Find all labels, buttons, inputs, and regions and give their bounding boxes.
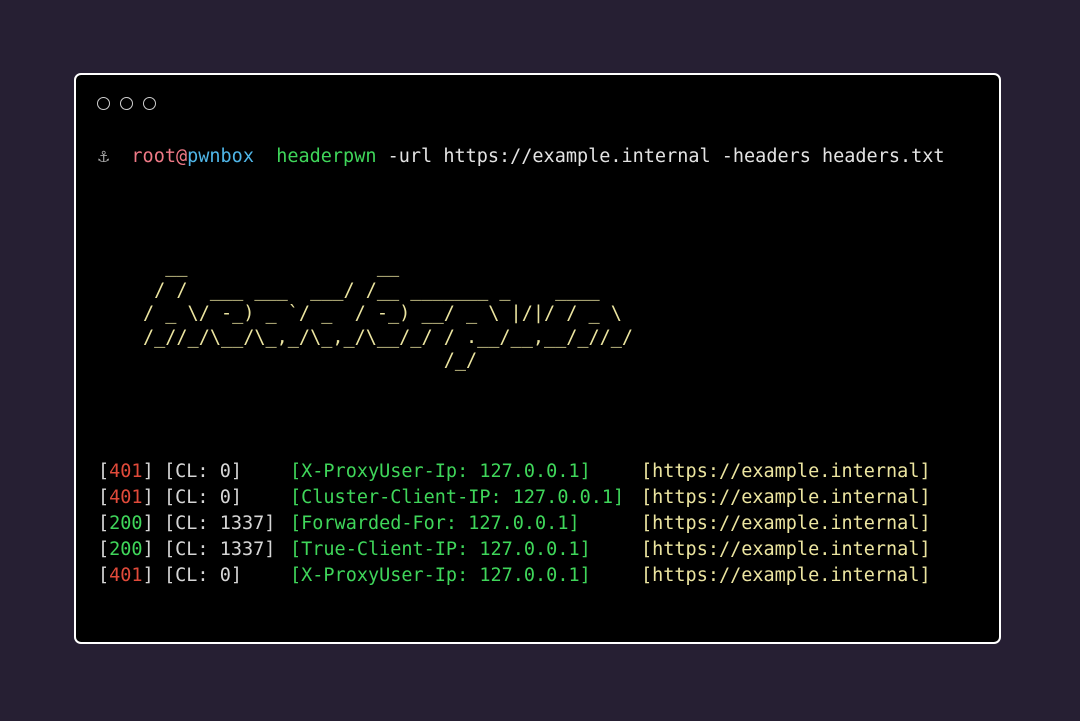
content-length-value: 0 (219, 487, 231, 508)
header-value: Cluster-Client-IP: 127.0.0.1 (301, 487, 614, 508)
status-code: 401 (109, 461, 143, 482)
command-prompt-line: ⚓ root@pwnbox headerpwn -url https://exa… (98, 145, 945, 169)
command-arguments: -url https://example.internal -headers h… (387, 146, 945, 167)
cl-prefix: CL: (175, 513, 220, 534)
minimize-window-button[interactable] (120, 97, 133, 110)
cl-prefix: CL: (175, 565, 220, 586)
content-length-value: 1337 (219, 539, 265, 560)
status-code: 401 (109, 487, 143, 508)
banner-line: /_/ (143, 350, 478, 371)
cl-prefix: CL: (175, 487, 220, 508)
header-cell: [X-ProxyUser-Ip: 127.0.0.1] (290, 565, 591, 586)
header-value: Forwarded-For: 127.0.0.1 (301, 513, 569, 534)
result-row: [200] [CL: 1337] [Forwarded-For: 127.0.0… (98, 511, 931, 537)
cl-prefix: CL: (175, 461, 220, 482)
url-cell: [https://example.internal] (641, 565, 931, 586)
header-cell: [X-ProxyUser-Ip: 127.0.0.1] (290, 461, 591, 482)
results-output: [401] [CL: 0] [X-ProxyUser-Ip: 127.0.0.1… (98, 459, 931, 589)
url-value: https://example.internal (652, 487, 920, 508)
content-length-cell: [CL: 1337] (164, 539, 276, 560)
url-value: https://example.internal (652, 513, 920, 534)
maximize-window-button[interactable] (143, 97, 156, 110)
banner-line: /_//_/\__/\_,_/\_,_/\__/_/ / .__/__,__/_… (143, 326, 634, 348)
status-code: 200 (109, 539, 143, 560)
banner-line: __ __ (143, 256, 400, 277)
status-cell: [200] (98, 513, 154, 534)
ascii-art-banner: __ __ / / ___ ___ ___/ /__ _______ _ ___… (143, 255, 633, 373)
content-length-cell: [CL: 0] (164, 565, 242, 586)
header-cell: [Forwarded-For: 127.0.0.1] (290, 513, 580, 534)
result-row: [401] [CL: 0] [X-ProxyUser-Ip: 127.0.0.1… (98, 563, 931, 589)
close-window-button[interactable] (97, 97, 110, 110)
content-length-cell: [CL: 0] (164, 487, 242, 508)
anchor-icon: ⚓ (98, 146, 110, 167)
banner-line: / _ \/ -_) _ `/ _ / -_) __/ _ \ |/|/ / _… (143, 303, 622, 324)
status-code: 200 (109, 513, 143, 534)
cl-prefix: CL: (175, 539, 220, 560)
url-cell: [https://example.internal] (641, 539, 931, 560)
result-row: [200] [CL: 1337] [True-Client-IP: 127.0.… (98, 537, 931, 563)
result-row: [401] [CL: 0] [Cluster-Client-IP: 127.0.… (98, 485, 931, 511)
url-value: https://example.internal (652, 539, 920, 560)
url-cell: [https://example.internal] (641, 513, 931, 534)
content-length-value: 0 (219, 565, 231, 586)
window-controls (97, 97, 156, 110)
content-length-cell: [CL: 0] (164, 461, 242, 482)
header-value: True-Client-IP: 127.0.0.1 (301, 539, 580, 560)
status-cell: [200] (98, 539, 154, 560)
header-cell: [Cluster-Client-IP: 127.0.0.1] (290, 487, 625, 508)
header-value: X-ProxyUser-Ip: 127.0.0.1 (301, 565, 580, 586)
prompt-host: pwnbox (187, 146, 254, 167)
url-cell: [https://example.internal] (641, 461, 931, 482)
command-name: headerpwn (276, 146, 377, 167)
status-code: 401 (109, 565, 143, 586)
url-value: https://example.internal (652, 461, 920, 482)
status-cell: [401] (98, 487, 154, 508)
url-value: https://example.internal (652, 565, 920, 586)
result-row: [401] [CL: 0] [X-ProxyUser-Ip: 127.0.0.1… (98, 459, 931, 485)
content-length-cell: [CL: 1337] (164, 513, 276, 534)
status-cell: [401] (98, 461, 154, 482)
terminal-window: ⚓ root@pwnbox headerpwn -url https://exa… (74, 73, 1001, 644)
url-cell: [https://example.internal] (641, 487, 931, 508)
status-cell: [401] (98, 565, 154, 586)
header-cell: [True-Client-IP: 127.0.0.1] (290, 539, 591, 560)
header-value: X-ProxyUser-Ip: 127.0.0.1 (301, 461, 580, 482)
prompt-user: root (131, 146, 176, 167)
content-length-value: 0 (219, 461, 231, 482)
banner-line: / / ___ ___ ___/ /__ _______ _ ____ (143, 279, 600, 301)
prompt-at-sign: @ (175, 146, 188, 167)
content-length-value: 1337 (219, 513, 265, 534)
